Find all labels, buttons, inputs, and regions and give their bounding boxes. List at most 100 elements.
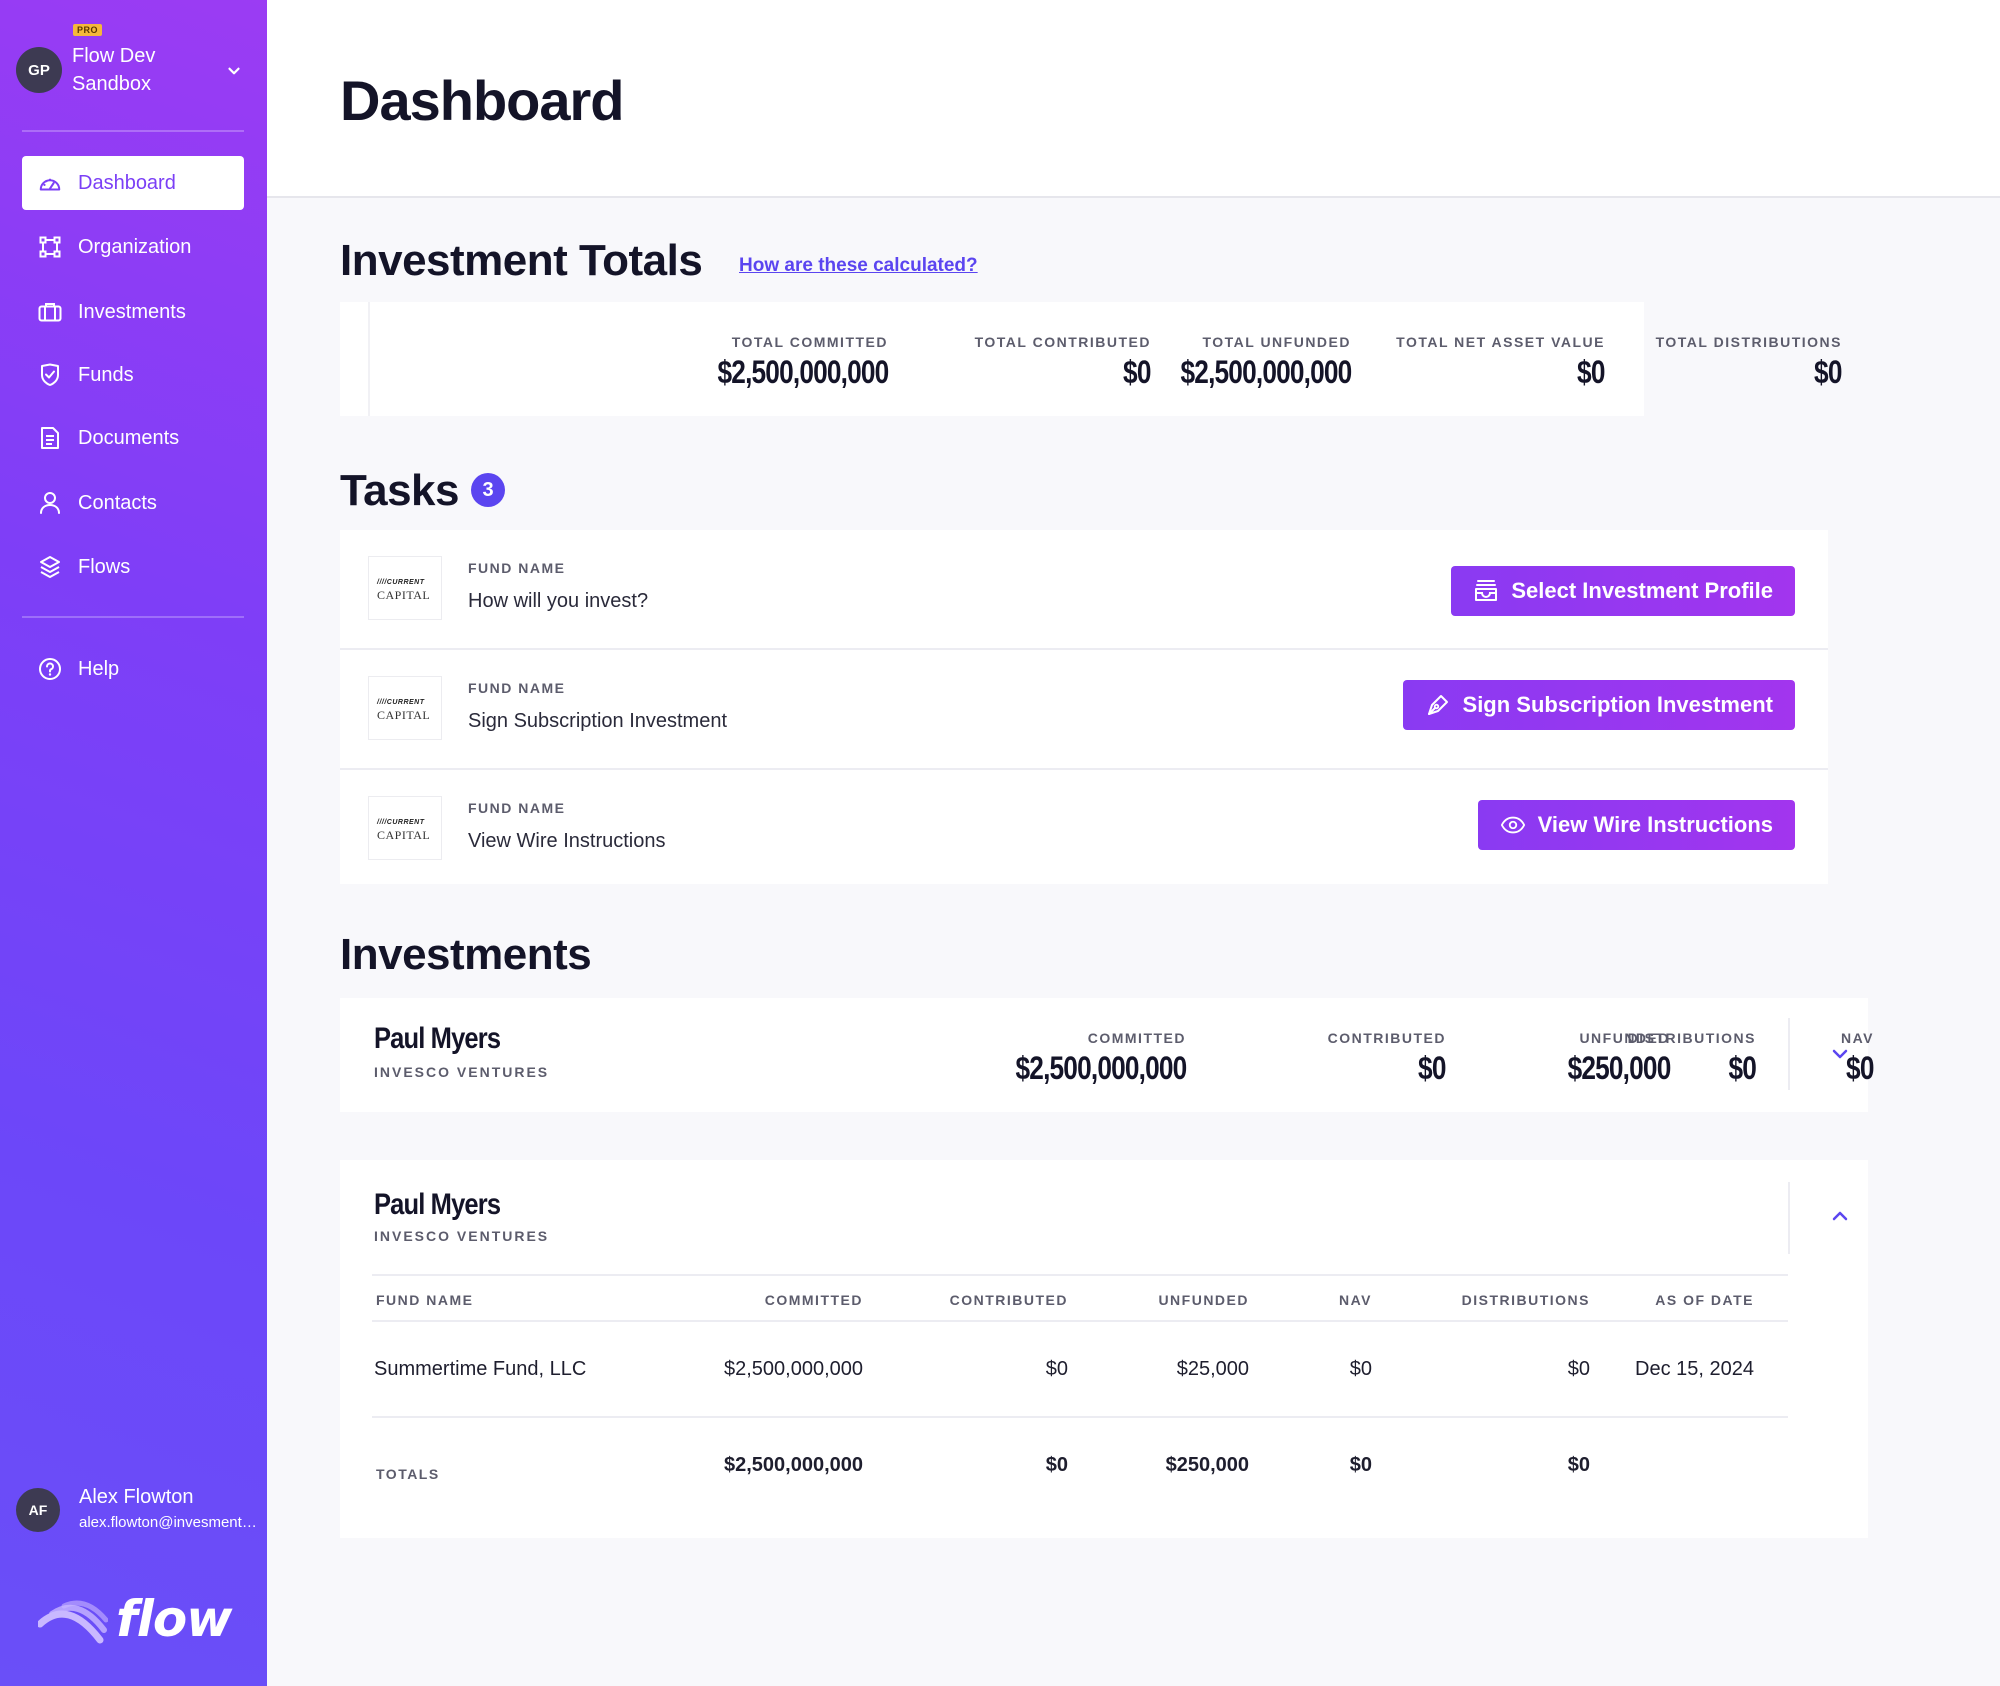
- sidebar-item-help[interactable]: Help: [22, 642, 244, 696]
- stat-label-committed: TOTAL COMMITTED: [731, 334, 888, 350]
- user-name: Alex Flowton: [79, 1486, 194, 1508]
- org-name: Flow Dev Sandbox: [72, 45, 156, 95]
- col-header-fund-name: FUND NAME: [376, 1292, 474, 1308]
- table-divider: [372, 1320, 1788, 1322]
- sidebar-item-label: Funds: [78, 363, 134, 386]
- button-label: Select Investment Profile: [1511, 578, 1773, 603]
- sidebar-item-funds[interactable]: Funds: [22, 348, 244, 402]
- logo-line-2: CAPITAL: [377, 588, 431, 602]
- button-label: View Wire Instructions: [1537, 812, 1773, 837]
- summary-value-contributed: $0: [1418, 1050, 1446, 1086]
- col-header-as-of-date: AS OF DATE: [1655, 1292, 1754, 1308]
- sidebar-item-label: Dashboard: [78, 171, 176, 194]
- how-calculated-link[interactable]: How are these calculated?: [739, 255, 978, 277]
- col-header-contributed: CONTRIBUTED: [949, 1292, 1068, 1308]
- sidebar-item-flows[interactable]: Flows: [22, 540, 244, 594]
- summary-divider: [1788, 1018, 1790, 1090]
- stat-value-committed: $2,500,000,000: [717, 354, 889, 390]
- cell-fund-name: Summertime Fund, LLC: [374, 1358, 587, 1380]
- total-distributions: $0: [1567, 1454, 1590, 1476]
- org-switcher[interactable]: GP PRO Flow Dev Sandbox: [16, 22, 246, 102]
- total-nav: $0: [1349, 1454, 1372, 1476]
- detail-divider: [1788, 1182, 1790, 1254]
- task-fund-label: FUND NAME: [468, 560, 566, 576]
- current-capital-logo: ////CURRENT CAPITAL: [368, 556, 442, 620]
- total-unfunded: $250,000: [1165, 1454, 1249, 1476]
- summary-value-distributions: $0: [1728, 1050, 1756, 1086]
- logo-line-1: ////CURRENT: [377, 579, 425, 586]
- summary-value-committed: $2,500,000,000: [1015, 1050, 1187, 1086]
- chevron-down-icon[interactable]: [1828, 1042, 1852, 1066]
- user-email: alex.flowton@invesmentflow.com: [79, 1514, 259, 1531]
- stat-label-nav: TOTAL NET ASSET VALUE: [1396, 334, 1605, 350]
- investment-totals-title: Investment Totals: [340, 236, 703, 285]
- sidebar-item-label: Organization: [78, 235, 192, 258]
- eye-icon: [1500, 812, 1526, 838]
- task-row: ////CURRENT CAPITAL FUND NAME Sign Subsc…: [340, 648, 1828, 768]
- table-divider: [372, 1416, 1788, 1418]
- stat-value-distributions: $0: [1814, 354, 1842, 390]
- stat-label-distributions: TOTAL DISTRIBUTIONS: [1655, 334, 1842, 350]
- document-icon: [38, 426, 62, 450]
- stat-value-contributed: $0: [1123, 354, 1151, 390]
- sidebar-item-label: Investments: [78, 300, 186, 323]
- total-committed: $2,500,000,000: [723, 1454, 863, 1476]
- page-header: Dashboard: [267, 0, 2000, 198]
- sidebar-item-label: Flows: [78, 555, 131, 578]
- task-description: Sign Subscription Investment: [468, 710, 728, 732]
- chevron-up-icon[interactable]: [1828, 1204, 1852, 1228]
- help-circle-icon: [38, 657, 62, 681]
- page-title: Dashboard: [340, 69, 624, 132]
- sidebar-divider: [22, 616, 244, 618]
- totals-label: TOTALS: [376, 1466, 440, 1482]
- investor-name: Paul Myers: [374, 1188, 501, 1221]
- investor-entity: INVESCO VENTURES: [374, 1228, 550, 1244]
- pro-badge: PRO: [73, 24, 103, 36]
- col-header-unfunded: UNFUNDED: [1158, 1292, 1249, 1308]
- gauge-icon: [38, 171, 62, 195]
- chevron-down-icon[interactable]: [225, 62, 243, 80]
- task-row: ////CURRENT CAPITAL FUND NAME How will y…: [340, 530, 1828, 650]
- total-contributed: $0: [1045, 1454, 1068, 1476]
- sidebar-item-dashboard[interactable]: Dashboard: [22, 156, 244, 210]
- layers-icon: [38, 555, 62, 579]
- briefcase-icon: [38, 300, 62, 324]
- tasks-count-badge: 3: [471, 473, 505, 507]
- col-header-committed: COMMITTED: [764, 1292, 863, 1308]
- sidebar-item-contacts[interactable]: Contacts: [22, 476, 244, 530]
- sidebar-divider: [22, 130, 244, 132]
- task-fund-label: FUND NAME: [468, 680, 566, 696]
- sidebar-item-label: Contacts: [78, 491, 157, 514]
- logo-line-1: ////CURRENT: [377, 699, 425, 706]
- summary-label-distributions: DISTRIBUTIONS: [1627, 1030, 1756, 1046]
- cell-contributed: $0: [1045, 1358, 1068, 1380]
- user-profile[interactable]: AF Alex Flowton alex.flowton@invesmentfl…: [16, 1486, 259, 1546]
- investment-detail-card: Paul Myers INVESCO VENTURES FUND NAME CO…: [340, 1160, 1868, 1538]
- cell-as-of-date: Dec 15, 2024: [1635, 1358, 1754, 1380]
- investments-title: Investments: [340, 930, 592, 979]
- sidebar-item-organization[interactable]: Organization: [22, 220, 244, 274]
- select-investment-profile-button[interactable]: Select Investment Profile: [1451, 566, 1795, 616]
- view-wire-instructions-button[interactable]: View Wire Instructions: [1477, 800, 1795, 850]
- sign-subscription-button[interactable]: Sign Subscription Investment: [1402, 680, 1795, 730]
- cell-unfunded: $25,000: [1176, 1358, 1249, 1380]
- current-capital-logo: ////CURRENT CAPITAL: [368, 796, 442, 860]
- logo-line-2: CAPITAL: [377, 828, 431, 842]
- shield-check-icon: [38, 363, 62, 387]
- col-header-nav: NAV: [1338, 1292, 1372, 1308]
- sidebar-item-documents[interactable]: Documents: [22, 411, 244, 465]
- cell-committed: $2,500,000,000: [723, 1358, 863, 1380]
- flow-logo: flow: [38, 1590, 248, 1648]
- stat-value-unfunded: $2,500,000,000: [1180, 354, 1352, 390]
- pen-nib-icon: [1425, 692, 1451, 718]
- user-icon: [38, 491, 62, 515]
- org-avatar: GP: [16, 47, 62, 93]
- inbox-stack-icon: [1473, 578, 1499, 604]
- nodes-icon: [38, 235, 62, 259]
- sidebar-item-label: Documents: [78, 426, 180, 449]
- sidebar-item-investments[interactable]: Investments: [22, 285, 244, 339]
- logo-line-2: CAPITAL: [377, 708, 431, 722]
- cell-nav: $0: [1349, 1358, 1372, 1380]
- current-capital-logo: ////CURRENT CAPITAL: [368, 676, 442, 740]
- task-description: View Wire Instructions: [468, 830, 666, 852]
